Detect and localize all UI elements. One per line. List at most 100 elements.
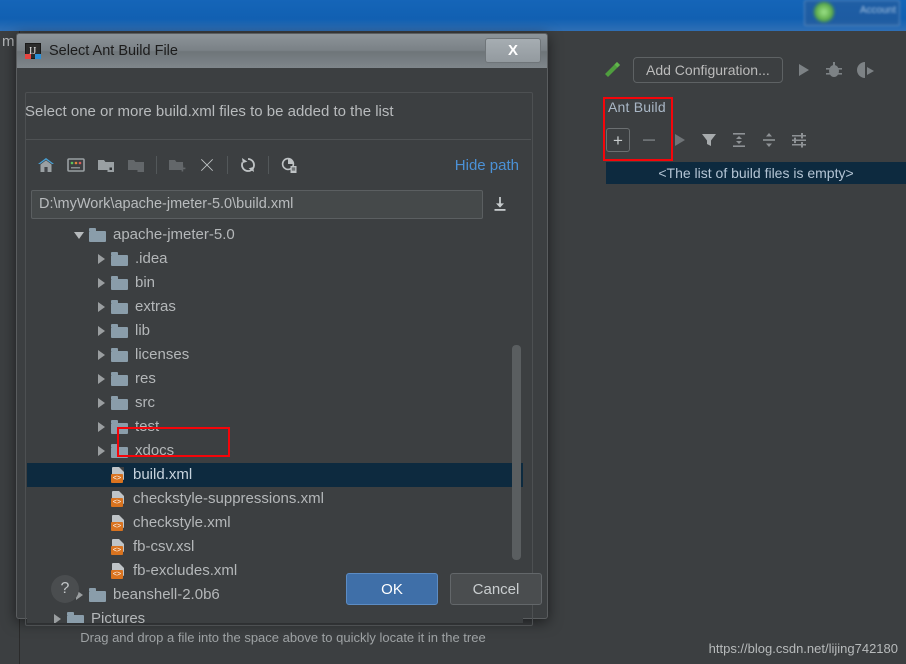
debug-bug-icon[interactable] (823, 59, 845, 81)
folder-icon (111, 252, 128, 266)
file-tree[interactable]: apache-jmeter-5.0 .idea bin extras lib licens… (27, 223, 523, 623)
tree-scrollbar[interactable] (512, 345, 521, 560)
tree-node[interactable]: lib (27, 319, 523, 343)
settings-sliders-icon[interactable] (788, 129, 810, 151)
ok-button[interactable]: OK (346, 573, 438, 605)
tree-node-label: extras (135, 298, 176, 315)
file-browser-toolbar: Hide path (31, 150, 521, 180)
dialog-body: Select one or more build.xml files to be… (17, 68, 547, 645)
new-folder-icon (162, 152, 192, 178)
chevron-right-icon[interactable] (93, 323, 109, 339)
tree-node-label: .idea (135, 250, 168, 267)
show-hidden-files-icon[interactable] (274, 152, 304, 178)
collapse-all-button[interactable] (758, 129, 780, 151)
xml-file-icon: <> (111, 515, 126, 531)
desktop-icon[interactable] (61, 152, 91, 178)
folder-icon (111, 444, 128, 458)
xml-file-icon: <> (111, 491, 126, 507)
refresh-icon[interactable] (233, 152, 263, 178)
delete-icon[interactable] (192, 152, 222, 178)
tree-node[interactable]: <> fb-csv.xsl (27, 535, 523, 559)
folder-icon (111, 420, 128, 434)
blurred-account-label: Account (859, 5, 896, 16)
chevron-right-icon[interactable] (93, 299, 109, 315)
ant-build-toolbar: + (606, 126, 906, 154)
tree-node[interactable]: res (27, 367, 523, 391)
chevron-right-icon[interactable] (93, 395, 109, 411)
tree-node-spacer (93, 515, 109, 531)
tree-node[interactable]: extras (27, 295, 523, 319)
toolbar-separator-3 (268, 156, 269, 174)
chevron-right-icon[interactable] (93, 275, 109, 291)
chevron-right-icon[interactable] (93, 419, 109, 435)
tree-node[interactable]: test (27, 415, 523, 439)
add-configuration-button[interactable]: Add Configuration... (633, 57, 783, 83)
folder-icon (111, 276, 128, 290)
dialog-title: Select Ant Build File (49, 43, 178, 59)
ant-build-empty-message[interactable]: <The list of build files is empty> (606, 162, 906, 184)
close-icon[interactable]: X (485, 38, 541, 63)
select-ant-build-file-dialog: IJ Select Ant Build File X Select one or… (16, 33, 548, 645)
path-input[interactable]: D:\myWork\apache-jmeter-5.0\build.xml (31, 189, 483, 219)
chevron-right-icon[interactable] (93, 371, 109, 387)
toolbar-separator-2 (227, 156, 228, 174)
help-button[interactable]: ? (51, 575, 79, 603)
run-toolbar: Add Configuration... (560, 48, 906, 92)
dialog-title-bar: IJ Select Ant Build File X (17, 34, 547, 68)
tree-node[interactable]: <> build.xml (27, 463, 523, 487)
tree-node[interactable]: apache-jmeter-5.0 (27, 223, 523, 247)
tree-node-label: test (135, 418, 160, 435)
tree-node[interactable]: .idea (27, 247, 523, 271)
tree-node-label: checkstyle-suppressions.xml (133, 490, 324, 507)
add-build-file-button[interactable]: + (606, 128, 630, 152)
chevron-right-icon[interactable] (93, 347, 109, 363)
dialog-subtitle: Select one or more build.xml files to be… (25, 103, 394, 120)
expand-all-button[interactable] (728, 129, 750, 151)
tree-node-label: Pictures (91, 610, 146, 623)
tree-node[interactable]: bin (27, 271, 523, 295)
tree-node[interactable]: xdocs (27, 439, 523, 463)
xml-file-icon: <> (111, 539, 126, 555)
tree-node[interactable]: Pictures (27, 607, 523, 623)
dialog-divider (26, 139, 531, 140)
tree-node-label: lib (135, 322, 151, 339)
chevron-right-icon[interactable] (93, 251, 109, 267)
cancel-button[interactable]: Cancel (450, 573, 542, 605)
run-build-button[interactable] (668, 129, 690, 151)
tree-node-spacer (93, 491, 109, 507)
tree-node[interactable]: <> checkstyle.xml (27, 511, 523, 535)
obscured-menu-text: m (2, 33, 15, 50)
tree-node[interactable]: licenses (27, 343, 523, 367)
xml-file-icon: <> (111, 467, 126, 483)
blurred-avatar-icon (814, 2, 834, 22)
chevron-right-icon[interactable] (49, 611, 65, 623)
tree-node[interactable]: <> checkstyle-suppressions.xml (27, 487, 523, 511)
chevron-down-icon[interactable] (71, 227, 87, 243)
project-folder-icon[interactable] (91, 152, 121, 178)
tree-node-label: bin (135, 274, 156, 291)
tree-node-label: checkstyle.xml (133, 514, 231, 531)
folder-icon (111, 348, 128, 362)
tree-node-spacer (93, 467, 109, 483)
tree-node[interactable]: src (27, 391, 523, 415)
remove-build-file-button[interactable] (638, 129, 660, 151)
folder-icon (111, 324, 128, 338)
watermark: https://blog.csdn.net/lijing742180 (708, 641, 898, 656)
insert-path-icon[interactable] (483, 190, 517, 218)
folder-icon (67, 612, 84, 623)
tree-node-label: build.xml (133, 466, 193, 483)
tree-node-label: xdocs (135, 442, 175, 459)
filter-targets-button[interactable] (698, 129, 720, 151)
drag-drop-hint: Drag and drop a file into the space abov… (80, 630, 486, 645)
hammer-icon[interactable] (600, 58, 624, 82)
run-play-icon[interactable] (792, 59, 814, 81)
home-icon[interactable] (31, 152, 61, 178)
chevron-right-icon[interactable] (93, 443, 109, 459)
tree-node-label: licenses (135, 346, 190, 363)
hide-path-link[interactable]: Hide path (455, 157, 521, 174)
tree-node-label: apache-jmeter-5.0 (113, 226, 235, 243)
folder-icon (111, 372, 128, 386)
run-coverage-icon[interactable] (854, 59, 876, 81)
folder-icon (111, 396, 128, 410)
tree-node-label: fb-csv.xsl (133, 538, 195, 555)
